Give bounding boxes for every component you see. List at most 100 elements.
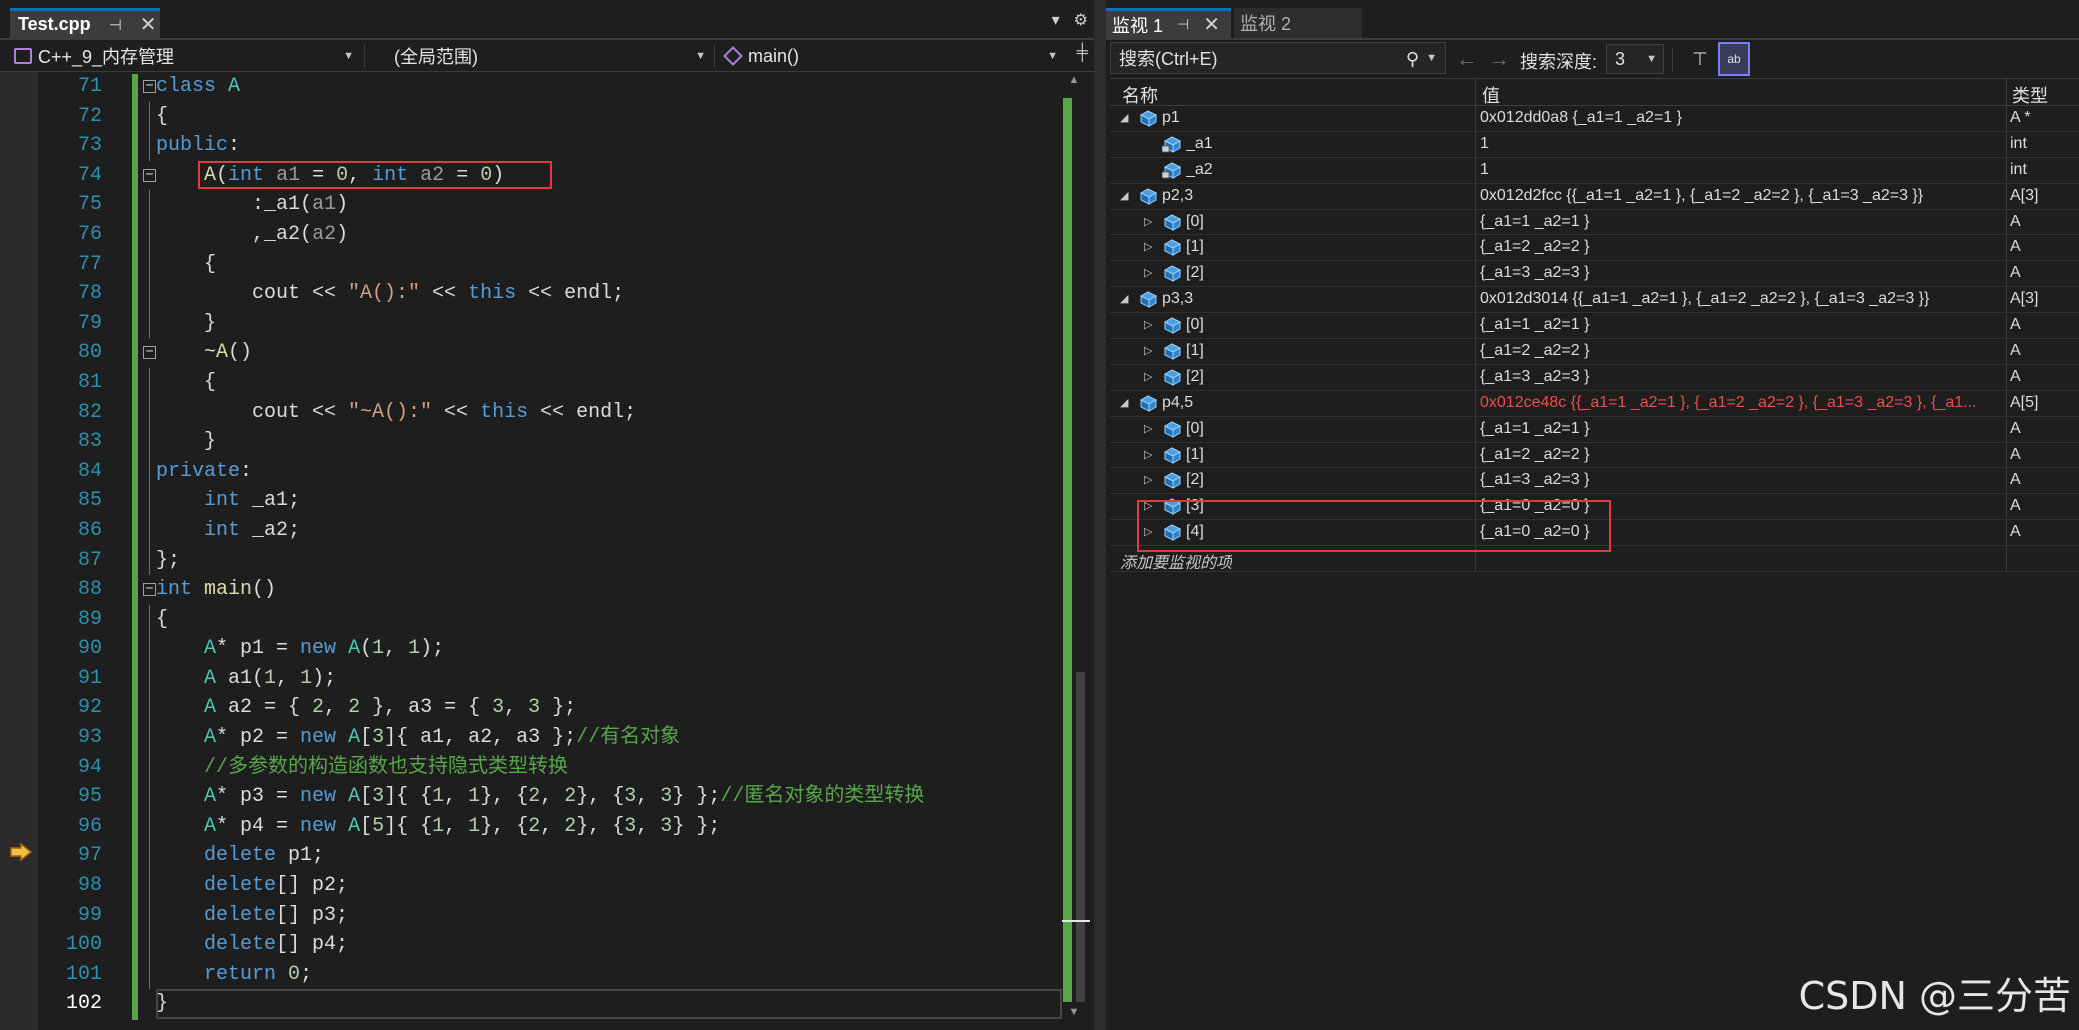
object-icon [1163,317,1182,334]
watch-row[interactable]: _a1 1 int [1110,131,2079,158]
object-icon [1139,188,1158,205]
pin-icon[interactable]: ⊣ [1177,16,1189,33]
watch-row[interactable]: ▷ [2] {_a1=3 _a2=3 } A [1110,261,2079,288]
dropdown-arrow-icon: ▼ [1047,50,1058,62]
panel-splitter[interactable] [1094,0,1106,1030]
watch-value[interactable]: {_a1=2 _a2=2 } [1480,238,2000,256]
tab-watch-2[interactable]: 监视 2 [1234,8,1362,38]
code-line: class A [156,75,241,98]
fold-collapse-icon[interactable]: − [143,582,156,597]
watch-value[interactable]: {_a1=3 _a2=3 } [1480,471,2000,489]
watch-value[interactable]: {_a1=1 _a2=1 } [1480,213,2000,231]
watch-value[interactable]: 1 [1480,135,2000,153]
watch-row[interactable]: ◢ p3,3 0x012d3014 {{_a1=1 _a2=1 }, {_a1=2 … [1110,287,2079,314]
watch-value[interactable]: {_a1=2 _a2=2 } [1480,446,2000,464]
scroll-up-icon[interactable]: ▲ [1062,74,1086,86]
expand-triangle-icon[interactable]: ▷ [1144,240,1152,253]
dropdown-arrow-icon[interactable]: ▾ [1052,10,1060,30]
watch-row[interactable]: ▷ [1] {_a1=2 _a2=2 } A [1110,235,2079,262]
back-arrow-icon[interactable]: ← [1456,46,1478,72]
watch-value[interactable]: 1 [1480,161,2000,179]
watch-type: A [2010,212,2021,230]
collapse-triangle-icon[interactable]: ◢ [1120,111,1128,124]
watch-value[interactable]: 0x012d3014 {{_a1=1 _a2=1 }, {_a1=2 _a2=2… [1480,290,2000,308]
divider [714,44,715,68]
dropdown-arrow-icon[interactable]: ▼ [1426,52,1437,64]
watch-row[interactable]: ▷ [0] {_a1=1 _a2=1 } A [1110,313,2079,340]
watch-value[interactable]: 0x012d2fcc {{_a1=1 _a2=1 }, {_a1=2 _a2=2… [1480,187,2000,205]
watch-row[interactable]: ▷ [1] {_a1=2 _a2=2 } A [1110,339,2079,365]
code-line: A* p1 = new A(1, 1); [204,637,445,661]
column-header-type[interactable]: 类型 [2012,82,2048,108]
dropdown-arrow-icon: ▼ [343,50,354,62]
scrollbar-thumb[interactable] [1076,672,1085,1002]
collapse-triangle-icon[interactable]: ◢ [1120,396,1128,409]
watch-value[interactable]: {_a1=1 _a2=1 } [1480,420,2000,438]
watch-row[interactable]: ◢ p4,5 0x012ce48c {{_a1=1 _a2=1 }, {_a1=2 … [1110,390,2079,417]
watch-row[interactable]: _a2 1 int [1110,157,2079,184]
watch-value[interactable]: 0x012ce48c {{_a1=1 _a2=1 }, {_a1=2 _a2=2… [1480,394,2000,412]
column-header-name[interactable]: 名称 [1122,82,1158,108]
scroll-down-icon[interactable]: ▼ [1062,1006,1086,1018]
editor-scrollbar[interactable]: ▲ ▼ [1062,72,1090,1018]
fold-collapse-icon[interactable]: − [143,345,156,360]
watch-value[interactable]: 0x012dd0a8 {_a1=1 _a2=1 } [1480,109,2000,127]
search-depth-dropdown[interactable]: 3 ▼ [1606,44,1664,74]
fold-collapse-icon[interactable]: − [143,79,156,93]
expand-triangle-icon[interactable]: ▷ [1144,215,1152,228]
fold-collapse-icon[interactable]: − [143,168,156,182]
glyph-margin[interactable] [0,72,38,1030]
watch-name: _a1 [1186,134,1213,152]
close-icon[interactable]: ✕ [1203,12,1220,37]
watch-value[interactable]: {_a1=1 _a2=1 } [1480,316,2000,334]
code-area[interactable]: class A { public: A(int a1 = 0, int a2 =… [156,72,1062,1019]
close-icon[interactable]: ✕ [140,12,157,37]
expand-triangle-icon[interactable]: ▷ [1144,266,1152,279]
pin-to-source-icon[interactable]: ⊤ [1686,44,1714,74]
watch-name: [2] [1186,367,1204,385]
watch-row[interactable]: ▷ [0] {_a1=1 _a2=1 } A [1110,416,2079,443]
split-icon[interactable]: ╪ [1077,44,1088,62]
watch-search-input[interactable]: 搜索(Ctrl+E) ⚲ ▼ [1110,42,1446,74]
line-number: 77 [77,252,102,276]
watch-value[interactable]: {_a1=3 _a2=3 } [1480,368,2000,386]
watch-row[interactable]: ◢ p1 0x012dd0a8 {_a1=1 _a2=1 } A * [1110,106,2079,132]
member-dropdown[interactable]: main() ▼ [718,42,1064,70]
watch-row[interactable]: ▷ [2] {_a1=3 _a2=3 } A [1110,364,2079,391]
expand-triangle-icon[interactable]: ▷ [1144,318,1152,331]
code-line: }; [156,548,181,572]
scope-dropdown[interactable]: (全局范围) ▼ [370,42,712,70]
tab-test-cpp[interactable]: Test.cpp ⊣ ✕ [10,8,160,38]
project-dropdown[interactable]: C++_9_内存管理 ▼ [14,42,360,70]
object-icon [1163,265,1182,283]
line-number: 83 [77,430,102,454]
scope-name: (全局范围) [394,47,478,67]
line-number: 76 [77,222,102,246]
watch-tab-bar: 监视 1 ⊣ ✕ 监视 2 [1106,0,2079,40]
watch-row[interactable]: ◢ p2,3 0x012d2fcc {{_a1=1 _a2=1 }, {_a1=2 … [1110,183,2079,210]
collapse-triangle-icon[interactable]: ◢ [1120,292,1128,305]
watch-value[interactable]: {_a1=2 _a2=2 } [1480,342,2000,360]
expand-triangle-icon[interactable]: ▷ [1144,473,1152,486]
watch-row[interactable]: ▷ [0] {_a1=1 _a2=1 } A [1110,209,2079,236]
pin-icon[interactable]: ⊣ [109,16,122,34]
hex-display-icon[interactable]: ab [1718,42,1750,76]
watch-type: A[3] [2010,290,2039,308]
collapse-triangle-icon[interactable]: ◢ [1120,189,1128,202]
expand-triangle-icon[interactable]: ▷ [1144,344,1152,357]
code-editor[interactable]: Test.cpp ⊣ ✕ ▾ ⚙ C++_9_内存管理 ▼ (全局范围) ▼ m… [0,0,1094,1030]
object-icon [1163,472,1182,490]
column-header-value[interactable]: 值 [1482,82,1500,108]
code-line: } [156,430,217,454]
expand-triangle-icon[interactable]: ▷ [1144,448,1152,461]
watch-value[interactable]: {_a1=3 _a2=3 } [1480,264,2000,282]
code-line: int main() [156,578,277,602]
settings-gear-icon[interactable]: ⚙ [1074,10,1088,30]
expand-triangle-icon[interactable]: ▷ [1144,422,1152,435]
tab-watch-1[interactable]: 监视 1 ⊣ ✕ [1106,8,1231,38]
watch-row[interactable]: ▷ [2] {_a1=3 _a2=3 } A [1110,468,2079,495]
forward-arrow-icon[interactable]: → [1488,46,1510,72]
search-icon[interactable]: ⚲ [1406,49,1419,70]
watch-row[interactable]: ▷ [1] {_a1=2 _a2=2 } A [1110,442,2079,469]
expand-triangle-icon[interactable]: ▷ [1144,370,1152,383]
